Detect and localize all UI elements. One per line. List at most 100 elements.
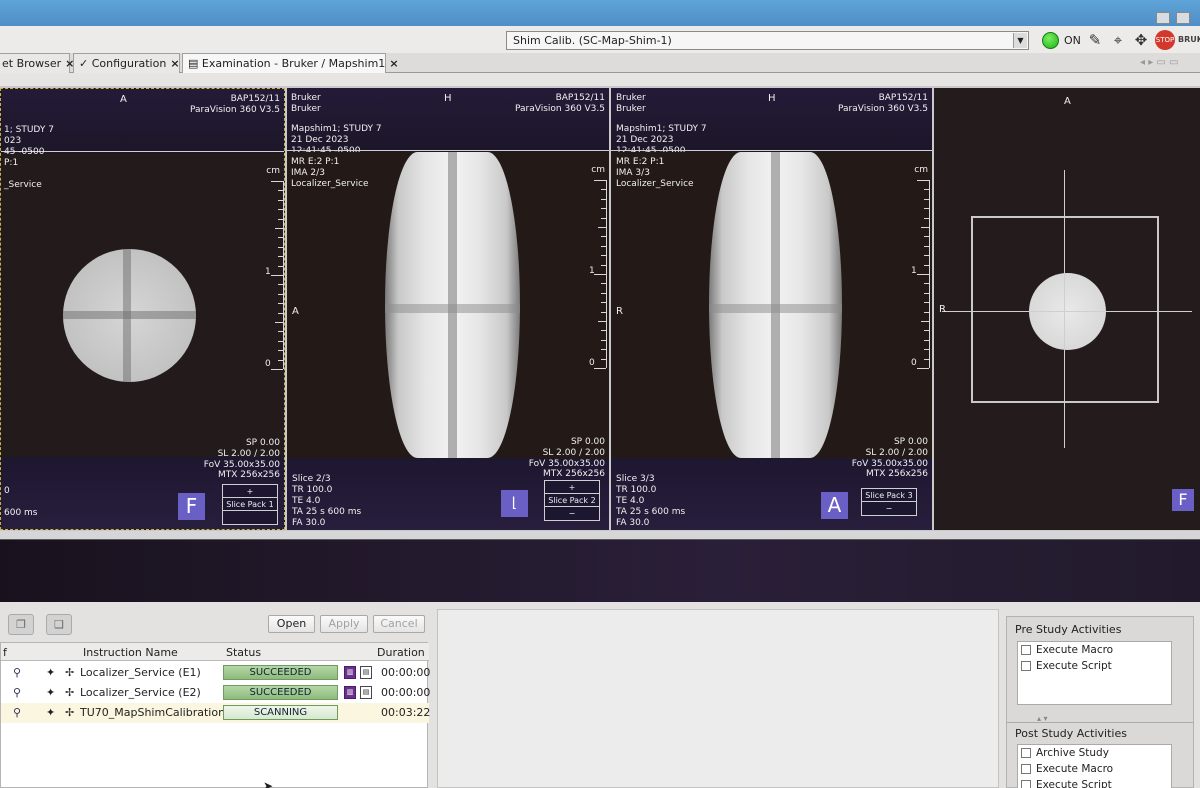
- ruler-tick: [278, 350, 283, 352]
- param-line: TR 100.0: [616, 485, 657, 495]
- pre-study-item[interactable]: Execute Script: [1018, 658, 1171, 674]
- instruction-row[interactable]: ⚲ ✦ ✢ Localizer_Service (E1) SUCCEEDED ▥…: [1, 663, 430, 683]
- study-activities-pane: Pre Study Activities Execute Macro Execu…: [1006, 616, 1194, 788]
- orientation-top: A: [1064, 96, 1071, 107]
- ruler-tick: [594, 180, 606, 181]
- slice-pack-control[interactable]: Slice Pack 3 −: [861, 488, 917, 516]
- tab-nav-icons[interactable]: ◂ ▸ ▭ ▭: [1140, 57, 1178, 68]
- ruler-tick: [601, 311, 606, 313]
- person-icon: ⚲: [13, 666, 22, 679]
- column-header-flag[interactable]: f: [3, 646, 7, 659]
- document-icon[interactable]: ▤: [360, 666, 372, 679]
- stop-icon[interactable]: STOP: [1155, 30, 1175, 50]
- ruler-tick: [278, 265, 283, 267]
- slice-pack-label: Slice Pack 3: [862, 489, 916, 502]
- pointer-icon[interactable]: ⌖: [1108, 30, 1128, 50]
- tab-examination[interactable]: ▤ Examination - Bruker / Mapshim1 ×: [182, 53, 399, 73]
- image-series-icon[interactable]: ▥: [344, 666, 356, 679]
- close-icon[interactable]: ×: [170, 57, 179, 70]
- ruler-tick: [924, 198, 929, 200]
- minimize-icon[interactable]: [1156, 12, 1170, 24]
- column-header-status[interactable]: Status: [226, 646, 261, 659]
- document-icon[interactable]: ▤: [360, 686, 372, 699]
- header-right-2: ParaVision 360 V3.5: [838, 104, 928, 114]
- restore-icon[interactable]: [1176, 12, 1190, 24]
- crosshair-horizontal[interactable]: [942, 311, 1192, 312]
- sp-value: SP 0.00: [570, 437, 605, 447]
- tab-dataset-browser[interactable]: et Browser ×: [0, 53, 74, 73]
- slice-pack-control[interactable]: + Slice Pack 1: [222, 484, 278, 525]
- slice-plus-button[interactable]: +: [545, 481, 599, 494]
- phantom-axial-image: [63, 249, 196, 382]
- ruler-tick: [601, 292, 606, 294]
- checkbox[interactable]: [1021, 748, 1031, 758]
- orientation-cube-icon[interactable]: F: [1172, 489, 1194, 511]
- ruler-tick: [924, 358, 929, 360]
- column-header-name[interactable]: Instruction Name: [83, 646, 178, 659]
- item-label: Execute Macro: [1036, 763, 1114, 775]
- configuration-icon: ✓: [79, 57, 92, 70]
- scale-label-1: 1: [911, 266, 917, 276]
- slice-plus-button[interactable]: +: [223, 485, 277, 498]
- instruction-name: Localizer_Service (E1): [80, 666, 201, 679]
- info-line: Mapshim1; STUDY 7: [616, 124, 707, 134]
- slice-minus-button[interactable]: −: [862, 502, 916, 515]
- viewport-2[interactable]: Bruker Bruker H BAP152/11 ParaVision 360…: [287, 88, 609, 530]
- slice-minus-button[interactable]: [223, 511, 277, 524]
- scan-mode-select[interactable]: Shim Calib. (SC-Map-Shim-1) ▼: [506, 31, 1029, 50]
- ruler-tick: [278, 340, 283, 342]
- panel-splitter[interactable]: [0, 531, 1200, 539]
- checkbox[interactable]: [1021, 764, 1031, 774]
- separator-line: [287, 150, 609, 151]
- viewport-4[interactable]: A R F: [934, 88, 1200, 530]
- viewport-3[interactable]: Bruker Bruker H BAP152/11 ParaVision 360…: [611, 88, 932, 530]
- slice-pack-control[interactable]: + Slice Pack 2 −: [544, 480, 600, 521]
- info-line: _Service: [4, 180, 42, 190]
- ruler-tick: [278, 284, 283, 286]
- checkbox[interactable]: [1021, 780, 1031, 788]
- post-study-item[interactable]: Execute Macro: [1018, 761, 1171, 777]
- orientation-cube-icon[interactable]: ⌊: [501, 490, 528, 517]
- ruler-tick: [601, 330, 606, 332]
- info-line: 21 Dec 2023: [616, 135, 674, 145]
- open-button[interactable]: Open: [268, 615, 315, 633]
- post-study-item[interactable]: Archive Study: [1018, 745, 1171, 761]
- column-header-duration[interactable]: Duration: [377, 646, 425, 659]
- cancel-button[interactable]: Cancel: [373, 615, 425, 633]
- pre-study-item[interactable]: Execute Macro: [1018, 642, 1171, 658]
- orientation-cube-icon[interactable]: F: [178, 493, 205, 520]
- checkbox[interactable]: [1021, 661, 1031, 671]
- apply-button[interactable]: Apply: [320, 615, 368, 633]
- checkbox[interactable]: [1021, 645, 1031, 655]
- slice-minus-button[interactable]: −: [545, 507, 599, 520]
- crosshair-vertical[interactable]: [1064, 170, 1065, 448]
- mtx-value: MTX 256x256: [866, 469, 928, 479]
- instruction-row[interactable]: ⚲ ✦ ✢ Localizer_Service (E2) SUCCEEDED ▥…: [1, 683, 430, 703]
- status-badge: SCANNING: [223, 705, 338, 720]
- close-icon[interactable]: ×: [389, 57, 398, 70]
- ruler-tick: [924, 236, 929, 238]
- viewport-1[interactable]: A BAP152/11 ParaVision 360 V3.5 1; STUDY…: [0, 88, 285, 530]
- ruler-tick: [601, 339, 606, 341]
- status-badge: SUCCEEDED: [223, 665, 338, 680]
- ruler-tick: [594, 274, 606, 275]
- image-series-icon[interactable]: ▥: [344, 686, 356, 699]
- sl-value: SL 2.00 / 2.00: [542, 448, 605, 458]
- duplicate-icon[interactable]: ❑: [46, 614, 72, 635]
- ruler-tick: [924, 283, 929, 285]
- viewer-thumbnail-strip: [0, 539, 1200, 602]
- post-study-item[interactable]: Execute Script: [1018, 777, 1171, 788]
- chevron-down-icon[interactable]: ▼: [1013, 33, 1027, 48]
- edit-icon[interactable]: ✎: [1085, 30, 1105, 50]
- instruction-row-active[interactable]: ⚲ ✦ ✢ TU70_MapShimCalibration ( SCANNING…: [1, 703, 430, 723]
- info-line: 45 -0500: [4, 147, 45, 157]
- info-line: Localizer_Service: [616, 179, 694, 189]
- ruler-tick: [924, 311, 929, 313]
- orientation-cube-icon[interactable]: A: [821, 492, 848, 519]
- info-line: Mapshim1; STUDY 7: [291, 124, 382, 134]
- title-bar: [0, 0, 1200, 26]
- list-header: f Instruction Name Status Duration: [1, 643, 429, 661]
- cursor-icon[interactable]: ✥: [1131, 30, 1151, 50]
- copy-icon[interactable]: ❐: [8, 614, 34, 635]
- tab-configuration[interactable]: ✓ Configuration ×: [73, 53, 180, 73]
